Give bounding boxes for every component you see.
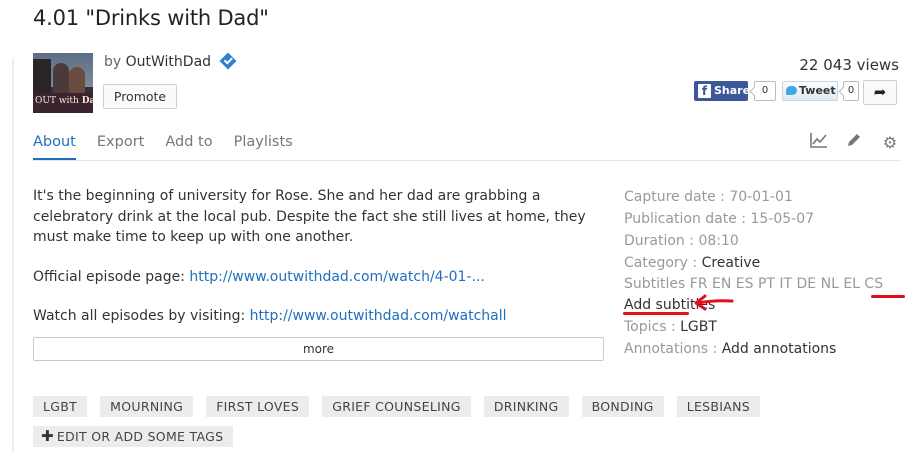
subtitles: Subtitles FR EN ES PT IT DE NL EL CS Add… <box>624 276 884 313</box>
gear-icon[interactable]: ⚙ <box>879 132 901 154</box>
metadata-panel: Capture date : 70-01-01 Publication date… <box>624 186 914 360</box>
category: Category : Creative <box>624 255 761 271</box>
promote-button[interactable]: Promote <box>103 84 177 109</box>
owner-link[interactable]: OutWithDad <box>126 54 211 70</box>
tab-playlists[interactable]: Playlists <box>234 134 293 160</box>
pencil-icon[interactable] <box>843 132 865 154</box>
tag[interactable]: BONDING <box>581 396 664 417</box>
verified-icon <box>219 52 236 70</box>
topic-link[interactable]: LGBT <box>680 319 717 335</box>
tag[interactable]: GRIEF COUNSELING <box>322 396 471 417</box>
red-underline-mark <box>871 295 905 298</box>
view-count: 22 043 views <box>799 56 899 74</box>
tag[interactable]: DRINKING <box>483 396 569 417</box>
facebook-icon: f <box>698 84 711 98</box>
tag[interactable]: LESBIANS <box>676 396 760 417</box>
byline: by OutWithDad <box>104 52 236 70</box>
red-underline-mark <box>623 312 689 315</box>
red-arrow-icon <box>694 294 734 311</box>
left-divider <box>12 58 14 453</box>
description: It's the beginning of university for Ros… <box>33 186 603 346</box>
tag[interactable]: LGBT <box>33 396 88 417</box>
by-label: by <box>104 54 122 70</box>
topics: Topics : LGBT <box>624 319 717 335</box>
annotations: Annotations : Add annotations <box>624 341 837 357</box>
episode-page-link[interactable]: http://www.outwithdad.com/watch/4-01-... <box>189 269 484 285</box>
publication-date: Publication date : 15-05-07 <box>624 211 815 227</box>
facebook-share-button[interactable]: f Share <box>694 81 750 101</box>
tab-add-to[interactable]: Add to <box>165 134 212 160</box>
tab-export[interactable]: Export <box>97 134 144 160</box>
twitter-bird-icon <box>786 86 797 95</box>
channel-thumbnail[interactable]: OUT with Dad <box>33 53 93 113</box>
chart-icon[interactable] <box>808 132 830 154</box>
tweet-count: 0 <box>843 81 859 101</box>
tab-bar: About Export Add to Playlists <box>33 134 314 160</box>
plus-icon: ✚ <box>41 427 54 445</box>
tab-about[interactable]: About <box>33 134 76 160</box>
tab-underline <box>33 160 901 161</box>
episode-page-line: Official episode page: http://www.outwit… <box>33 268 485 285</box>
tag-list: LGBT MOURNING FIRST LOVES GRIEF COUNSELI… <box>33 396 873 426</box>
duration: Duration : 08:10 <box>624 233 739 249</box>
subtitle-languages[interactable]: FR EN ES PT IT DE NL EL CS <box>690 276 883 292</box>
share-count: 0 <box>754 81 776 101</box>
more-button[interactable]: more <box>33 337 604 361</box>
edit-tags-button[interactable]: ✚ EDIT OR ADD SOME TAGS <box>33 426 234 447</box>
watch-all-link[interactable]: http://www.outwithdad.com/watchall <box>250 308 507 324</box>
description-text: It's the beginning of university for Ros… <box>33 188 586 245</box>
add-annotations-link[interactable]: Add annotations <box>722 341 837 357</box>
capture-date: Capture date : 70-01-01 <box>624 189 793 205</box>
video-title: 4.01 "Drinks with Dad" <box>33 6 269 30</box>
tweet-button[interactable]: Tweet <box>782 81 838 101</box>
watch-all-line: Watch all episodes by visiting: http://w… <box>33 308 507 324</box>
forward-arrow-icon: ➦ <box>873 83 887 101</box>
forward-share-button[interactable]: ➦ <box>863 80 897 105</box>
tag[interactable]: MOURNING <box>100 396 194 417</box>
tag[interactable]: FIRST LOVES <box>206 396 310 417</box>
